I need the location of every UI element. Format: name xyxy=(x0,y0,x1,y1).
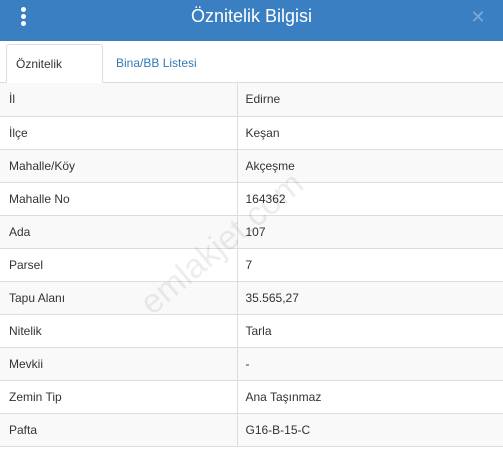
table-row: İlçe Keşan xyxy=(0,116,503,150)
table-row: Ada 107 xyxy=(0,215,503,249)
table-row: Tapu Alanı 35.565,27 xyxy=(0,281,503,315)
attribute-key: İl xyxy=(0,83,238,117)
attribute-key: Nitelik xyxy=(0,314,238,348)
attribute-key: İlçe xyxy=(0,116,238,150)
close-icon[interactable]: ✕ xyxy=(470,6,486,28)
attribute-key: Mevkii xyxy=(0,347,238,381)
table-row: İl Edirne xyxy=(0,83,503,117)
dialog-title: Öznitelik Bilgisi xyxy=(190,6,313,26)
attribute-value: 107 xyxy=(237,215,503,249)
table-row: Nitelik Tarla xyxy=(0,314,503,348)
attribute-key: Mahalle/Köy xyxy=(0,149,238,183)
table-row: Mahalle/Köy Akçeşme xyxy=(0,149,503,183)
dialog-header: Öznitelik Bilgisi ✕ xyxy=(0,0,503,41)
table-row: Mahalle No 164362 xyxy=(0,182,503,216)
attribute-value: 7 xyxy=(237,248,503,282)
table-row: Parsel 7 xyxy=(0,248,503,282)
tab-bar: Öznitelik Bilgisi Bina/BB Listesi xyxy=(0,41,503,109)
attribute-value: 35.565,27 xyxy=(237,281,503,315)
attribute-key: Pafta xyxy=(0,413,238,447)
attribute-key: Tapu Alanı xyxy=(0,281,238,315)
attribute-key: Ada xyxy=(0,215,238,249)
table-row: Mevkii - xyxy=(0,347,503,381)
table-row: Zemin Tip Ana Taşınmaz xyxy=(0,380,503,414)
table-row: Pafta G16-B-15-C xyxy=(0,413,503,447)
attribute-value: Keşan xyxy=(237,116,503,150)
attribute-key: Zemin Tip xyxy=(0,380,238,414)
attribute-value: Ana Taşınmaz xyxy=(237,380,503,414)
attribute-value: Akçeşme xyxy=(237,149,503,183)
attribute-value: Tarla xyxy=(237,314,503,348)
attribute-key: Mahalle No xyxy=(0,182,238,216)
attribute-table: İl Edirne İlçe Keşan Mahalle/Köy Akçeşme Ma… xyxy=(0,83,503,447)
attribute-value: - xyxy=(237,347,503,381)
attribute-value: 164362 xyxy=(237,182,503,216)
attribute-value: Edirne xyxy=(237,83,503,117)
attribute-value: G16-B-15-C xyxy=(237,413,503,447)
tab-attribute-info[interactable]: Öznitelik Bilgisi xyxy=(6,44,103,109)
attribute-key: Parsel xyxy=(0,248,238,282)
tab-building-list[interactable]: Bina/BB Listesi xyxy=(107,44,206,83)
